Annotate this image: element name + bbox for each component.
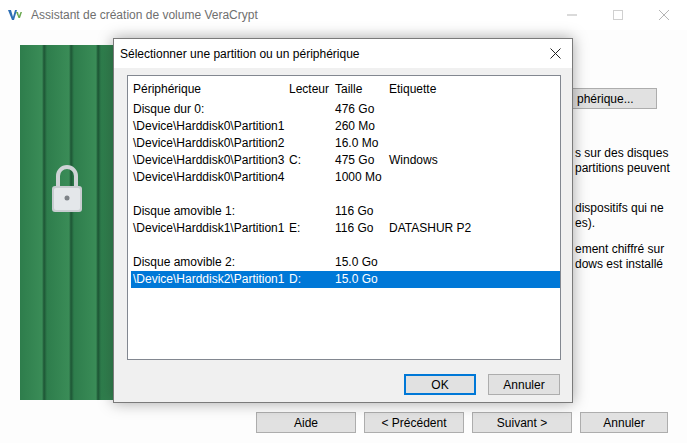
info-line: s sur des disques bbox=[575, 146, 670, 161]
dialog-button[interactable]: Annuler bbox=[488, 374, 560, 395]
disk-row[interactable]: Disque dur 0: 476 Go bbox=[131, 101, 560, 118]
size-cell: 15.0 Go bbox=[333, 271, 387, 288]
list-header: PériphériqueLecteurTailleEtiquette bbox=[131, 81, 560, 98]
wizard-window: Assistant de création de volume VeraCryp… bbox=[0, 0, 687, 443]
minimize-button[interactable] bbox=[549, 0, 595, 30]
column-header[interactable]: Lecteur bbox=[287, 81, 333, 98]
partition-row[interactable]: \Device\Harddisk0\Partition2 16.0 Mo bbox=[131, 135, 560, 152]
window-controls bbox=[549, 0, 687, 30]
info-paragraph: s sur des disquespartitions peuvent bbox=[570, 146, 670, 176]
title-bar: Assistant de création de volume VeraCryp… bbox=[0, 0, 687, 30]
dialog-button[interactable]: OK bbox=[404, 374, 476, 395]
size-cell: 116 Go bbox=[333, 203, 387, 220]
wizard-button[interactable]: < Précédent bbox=[364, 412, 464, 433]
close-icon bbox=[550, 48, 561, 59]
padlock-icon bbox=[50, 162, 84, 214]
size-cell: 15.0 Go bbox=[333, 254, 387, 271]
device-list: PériphériqueLecteurTailleEtiquette Disque… bbox=[127, 75, 561, 360]
column-header[interactable]: Taille bbox=[333, 81, 387, 98]
select-device-dialog: Sélectionner une partition ou un périphé… bbox=[113, 38, 573, 403]
wizard-footer: Aide < Précédent Suivant > Annuler bbox=[0, 402, 687, 433]
device-cell: Disque dur 0: bbox=[131, 101, 287, 118]
dialog-title-bar: Sélectionner une partition ou un périphé… bbox=[114, 39, 572, 68]
disk-group: Disque amovible 1:116 Go\Device\Harddisk… bbox=[131, 203, 560, 237]
wizard-button[interactable]: Suivant > bbox=[472, 412, 572, 433]
close-button[interactable] bbox=[641, 0, 687, 30]
device-cell: Disque amovible 2: bbox=[131, 254, 287, 271]
partition-row[interactable]: \Device\Harddisk1\Partition1E:116 GoDATA… bbox=[131, 220, 560, 237]
drive-cell: D: bbox=[287, 271, 333, 288]
select-device-button[interactable]: phérique... bbox=[570, 88, 657, 109]
info-paragraph: ement chiffré surdows est installé bbox=[570, 242, 664, 272]
wizard-button[interactable]: Annuler bbox=[580, 412, 668, 433]
column-header[interactable]: Etiquette bbox=[387, 81, 560, 98]
maximize-icon bbox=[613, 10, 623, 20]
wizard-button[interactable]: Aide bbox=[256, 412, 356, 433]
disk-row[interactable]: Disque amovible 1: 116 Go bbox=[131, 203, 560, 220]
veracrypt-logo-icon bbox=[8, 9, 22, 21]
drive-cell: E: bbox=[287, 220, 333, 237]
partition-row[interactable]: \Device\Harddisk2\Partition1D:15.0 Go bbox=[131, 271, 560, 288]
minimize-icon bbox=[567, 10, 577, 20]
label-cell: Windows bbox=[387, 152, 560, 169]
column-header[interactable]: Périphérique bbox=[131, 81, 287, 98]
info-paragraph: dispositifs qui nees). bbox=[570, 201, 664, 231]
disk-row[interactable]: Disque amovible 2: 15.0 Go bbox=[131, 254, 560, 271]
device-cell: \Device\Harddisk2\Partition1 bbox=[131, 271, 287, 288]
info-line: es). bbox=[575, 216, 664, 231]
device-cell: \Device\Harddisk0\Partition1 bbox=[131, 118, 287, 135]
device-cell: \Device\Harddisk0\Partition4 bbox=[131, 169, 287, 186]
size-cell: 1000 Mo bbox=[333, 169, 387, 186]
info-line: dispositifs qui ne bbox=[575, 201, 664, 216]
device-cell: \Device\Harddisk0\Partition2 bbox=[131, 135, 287, 152]
size-cell: 476 Go bbox=[333, 101, 387, 118]
dialog-body: PériphériqueLecteurTailleEtiquette Disque… bbox=[114, 68, 572, 360]
close-icon bbox=[659, 10, 669, 20]
info-line: ement chiffré sur bbox=[575, 242, 664, 257]
info-line: dows est installé bbox=[575, 257, 664, 272]
partition-row[interactable]: \Device\Harddisk0\Partition4 1000 Mo bbox=[131, 169, 560, 186]
label-cell: DATASHUR P2 bbox=[387, 220, 560, 237]
maximize-button[interactable] bbox=[595, 0, 641, 30]
info-line: partitions peuvent bbox=[575, 161, 670, 176]
partition-row[interactable]: \Device\Harddisk0\Partition3C:475 GoWind… bbox=[131, 152, 560, 169]
disk-group: Disque amovible 2:15.0 Go\Device\Harddis… bbox=[131, 254, 560, 288]
size-cell: 116 Go bbox=[333, 220, 387, 237]
dialog-footer: OK Annuler bbox=[114, 360, 572, 395]
size-cell: 260 Mo bbox=[333, 118, 387, 135]
drive-cell: C: bbox=[287, 152, 333, 169]
size-cell: 16.0 Mo bbox=[333, 135, 387, 152]
disk-group: Disque dur 0:476 Go\Device\Harddisk0\Par… bbox=[131, 101, 560, 186]
partition-row[interactable]: \Device\Harddisk0\Partition1 260 Mo bbox=[131, 118, 560, 135]
device-cell: \Device\Harddisk0\Partition3 bbox=[131, 152, 287, 169]
dialog-title: Sélectionner une partition ou un périphé… bbox=[120, 47, 360, 61]
device-cell: \Device\Harddisk1\Partition1 bbox=[131, 220, 287, 237]
size-cell: 475 Go bbox=[333, 152, 387, 169]
window-title: Assistant de création de volume VeraCryp… bbox=[31, 8, 258, 22]
dialog-close-button[interactable] bbox=[538, 39, 572, 68]
device-cell: Disque amovible 1: bbox=[131, 203, 287, 220]
